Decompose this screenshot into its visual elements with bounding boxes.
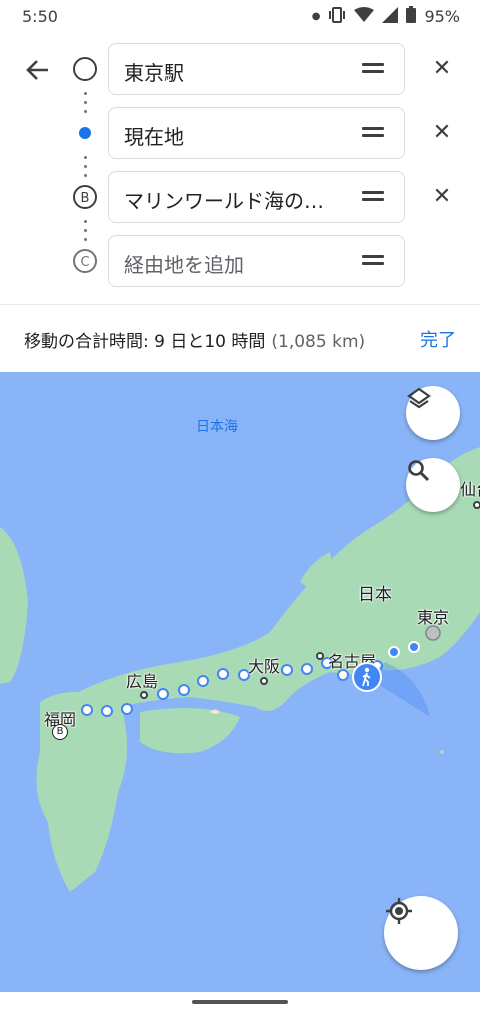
place-hiroshima: 広島 bbox=[126, 672, 159, 691]
screen: 5:50 ● 95% 東京駅 ✕ 現在地 ✕ B マリンワールド海の… ✕ C … bbox=[0, 0, 480, 1013]
vibrate-icon bbox=[328, 6, 346, 27]
destination-b-marker[interactable]: B bbox=[52, 724, 68, 740]
map-view[interactable]: 日本海 仙台 日本 東京 名古屋 大阪 広島 福岡 B bbox=[0, 372, 480, 992]
svg-text:C: C bbox=[80, 255, 89, 270]
origin-circle-icon bbox=[72, 56, 98, 82]
place-osaka: 大阪 bbox=[248, 657, 281, 676]
drag-handle-icon[interactable] bbox=[362, 255, 384, 269]
destination-field[interactable]: マリンワールド海の… bbox=[108, 171, 405, 223]
home-gesture-handle[interactable] bbox=[192, 1000, 288, 1004]
route-dots bbox=[84, 220, 87, 247]
total-time: 移動の合計時間: 9 日と10 時間 bbox=[24, 332, 266, 352]
sea-label: 日本海 bbox=[196, 419, 238, 435]
status-time: 5:50 bbox=[22, 7, 58, 26]
search-icon bbox=[408, 460, 430, 482]
notification-dot-icon: ● bbox=[311, 11, 321, 22]
drag-handle-icon[interactable] bbox=[362, 191, 384, 205]
route-dots bbox=[84, 92, 87, 119]
drag-handle-icon[interactable] bbox=[362, 63, 384, 77]
battery-icon bbox=[406, 6, 417, 27]
route-dots bbox=[84, 156, 87, 183]
walking-icon[interactable] bbox=[352, 662, 382, 692]
my-location-button[interactable] bbox=[384, 896, 458, 970]
search-button[interactable] bbox=[406, 458, 460, 512]
close-icon[interactable]: ✕ bbox=[431, 186, 453, 208]
current-location-value: 現在地 bbox=[124, 125, 184, 149]
origin-value: 東京駅 bbox=[124, 61, 184, 85]
total-distance: (1,085 km) bbox=[271, 332, 366, 352]
origin-field[interactable]: 東京駅 bbox=[108, 43, 405, 95]
wifi-icon bbox=[354, 6, 375, 27]
destination-value: マリンワールド海の… bbox=[124, 189, 324, 213]
route-panel: 東京駅 ✕ 現在地 ✕ B マリンワールド海の… ✕ C 経由地を追加 bbox=[0, 34, 480, 304]
stop-c-icon: C bbox=[72, 248, 98, 274]
status-bar: 5:50 ● 95% bbox=[0, 0, 480, 34]
back-arrow-icon[interactable] bbox=[24, 56, 52, 84]
svg-text:B: B bbox=[81, 191, 90, 206]
layers-button[interactable] bbox=[406, 386, 460, 440]
current-location-field[interactable]: 現在地 bbox=[108, 107, 405, 159]
total-time-label: 移動の合計時間: 9 日と10 時間 (1,085 km) bbox=[24, 327, 365, 352]
add-stop-field[interactable]: 経由地を追加 bbox=[108, 235, 405, 287]
place-tokyo: 東京 bbox=[417, 608, 450, 627]
drag-handle-icon[interactable] bbox=[362, 127, 384, 141]
close-icon[interactable]: ✕ bbox=[431, 122, 453, 144]
my-location-icon bbox=[386, 898, 412, 924]
battery-percent: 95% bbox=[424, 7, 460, 26]
status-icons: ● 95% bbox=[312, 6, 460, 27]
done-button[interactable]: 完了 bbox=[420, 326, 456, 352]
layers-icon bbox=[407, 387, 431, 409]
signal-icon bbox=[382, 6, 399, 27]
trip-summary: 移動の合計時間: 9 日と10 時間 (1,085 km) 完了 bbox=[0, 304, 480, 372]
add-stop-placeholder: 経由地を追加 bbox=[124, 253, 244, 277]
destination-b-marker-label: B bbox=[56, 726, 64, 737]
system-nav-bar bbox=[0, 992, 480, 1013]
close-icon[interactable]: ✕ bbox=[431, 58, 453, 80]
place-japan: 日本 bbox=[358, 585, 392, 605]
place-sendai: 仙台 bbox=[460, 480, 480, 499]
stop-b-icon: B bbox=[72, 184, 98, 210]
current-location-dot-icon bbox=[72, 120, 98, 146]
